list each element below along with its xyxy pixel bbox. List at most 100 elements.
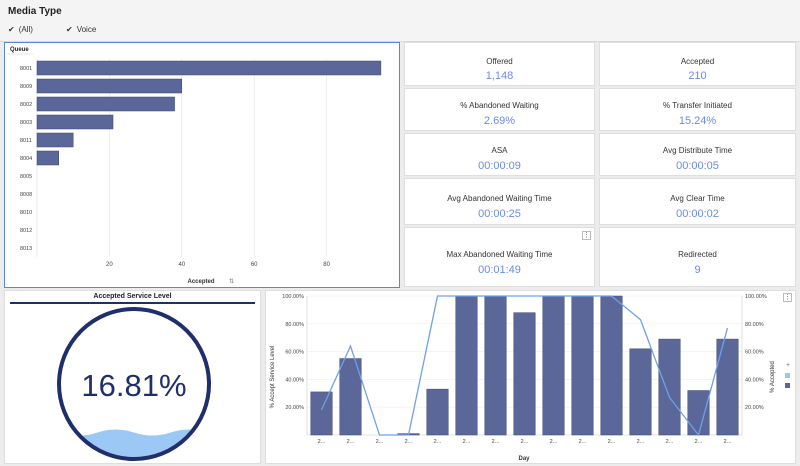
queue-axis-title: Queue xyxy=(10,47,29,53)
kpi-value: 1,148 xyxy=(485,70,514,82)
service-level-panel[interactable]: Accepted Service Level 16.81% xyxy=(4,290,261,464)
x-tick-label: 2... xyxy=(347,439,355,445)
filter-voice-label: Voice xyxy=(76,25,97,34)
x-tick-label: 2... xyxy=(492,439,500,445)
day-bar xyxy=(310,391,333,436)
kpi-label: Accepted xyxy=(680,57,715,66)
kpi-value: 00:01:49 xyxy=(478,264,521,276)
day-x-axis-label: Day xyxy=(518,456,530,462)
day-x-ticks: 2... 2... 2... 2... 2... 2... 2... 2... 2... 2...… xyxy=(318,439,732,445)
day-y-right-ticks: 20.00% 40.00% 60.00% 80.00% 100.00% xyxy=(745,294,767,411)
filter-voice-checkbox[interactable]: ✔ Voice xyxy=(66,25,96,34)
queue-chart-panel[interactable]: Queue 8001 8009 8002 8003 8011 8004 8005 8008 80… xyxy=(4,42,400,288)
kpi-value: 9 xyxy=(694,264,701,276)
x-tick-label: 2... xyxy=(434,439,442,445)
kpi-label: Avg Distribute Time xyxy=(662,146,733,155)
queue-bar xyxy=(36,114,114,130)
kpi-value: 00:00:05 xyxy=(676,160,719,172)
kpi-label: Offered xyxy=(486,57,513,66)
kpi-tile-offered[interactable]: Offered 1,148 xyxy=(404,42,595,86)
kpi-value: 00:00:25 xyxy=(478,208,521,220)
service-level-gauge: 16.81% xyxy=(57,307,211,461)
x-tick-label: 2... xyxy=(405,439,413,445)
filter-all-label: (All) xyxy=(18,25,33,34)
kpi-label: Max Abandoned Waiting Time xyxy=(446,250,553,259)
kpi-tile-max-abandoned-waiting-time[interactable]: ⋮ Max Abandoned Waiting Time 00:01:49 xyxy=(404,227,595,287)
y-left-tick-label: 40.00% xyxy=(285,377,304,383)
kpi-label: Avg Clear Time xyxy=(670,194,725,203)
gauge-value: 16.81% xyxy=(81,368,186,403)
y-tick-label: 8003 xyxy=(20,120,32,126)
y-right-tick-label: 40.00% xyxy=(745,377,764,383)
kpi-tile-accepted[interactable]: Accepted 210 xyxy=(599,42,796,86)
y-tick-label: 8001 xyxy=(20,66,32,72)
gauge-title: Accepted Service Level xyxy=(93,293,172,300)
y-right-tick-label: 20.00% xyxy=(745,405,764,411)
kpi-tile-redirected[interactable]: Redirected 9 xyxy=(599,227,796,287)
kpi-value: 2.69% xyxy=(483,115,516,127)
queue-bar xyxy=(36,78,183,94)
filter-all-checkbox[interactable]: ✔ (All) xyxy=(8,25,33,34)
queue-bar xyxy=(36,96,175,112)
queue-bar xyxy=(36,60,382,76)
y-left-tick-label: 80.00% xyxy=(285,322,304,328)
queue-bar-chart: Queue 8001800980028003801180048005800880… xyxy=(7,47,382,285)
day-chart-panel[interactable]: ⋮ 20.00% 40.00% 60.00% 80.00% 100.00% 20.00%… xyxy=(265,290,796,464)
legend-toggle-icon[interactable]: + xyxy=(786,362,790,369)
x-tick-label: 2... xyxy=(637,439,645,445)
y-tick-label: 8013 xyxy=(20,246,32,252)
day-bar xyxy=(542,295,565,436)
day-y-left-ticks: 20.00% 40.00% 60.00% 80.00% 100.00% xyxy=(282,294,304,411)
y-right-tick-label: 100.00% xyxy=(745,294,767,300)
day-bar xyxy=(484,295,507,436)
kpi-label: Avg Abandoned Waiting Time xyxy=(447,194,552,203)
queue-bars xyxy=(36,60,382,166)
kpi-tile-avg-abandoned-waiting-time[interactable]: Avg Abandoned Waiting Time 00:00:25 xyxy=(404,178,595,225)
kpi-value: 00:00:09 xyxy=(478,160,521,172)
kpi-tile-avg-clear-time[interactable]: Avg Clear Time 00:00:02 xyxy=(599,178,796,225)
x-tick-label: 80 xyxy=(323,262,330,268)
x-tick-label: 2... xyxy=(666,439,674,445)
x-tick-label: 2... xyxy=(550,439,558,445)
kpi-value: 210 xyxy=(688,70,707,82)
kpi-label: ASA xyxy=(491,146,508,155)
y-right-axis-label: % Accepted xyxy=(770,361,776,393)
kpi-tile-transfer-initiated[interactable]: % Transfer Initiated 15.24% xyxy=(599,88,796,131)
y-right-tick-label: 60.00% xyxy=(745,350,764,356)
day-bar xyxy=(658,338,681,436)
kpi-tile-abandoned-waiting[interactable]: % Abandoned Waiting 2.69% xyxy=(404,88,595,131)
day-bar xyxy=(513,312,536,436)
queue-y-labels: 8001 8009 8002 8003 8011 8004 8005 8008 8010 8012… xyxy=(20,66,32,252)
x-tick-label: 2... xyxy=(318,439,326,445)
y-left-tick-label: 60.00% xyxy=(285,350,304,356)
y-tick-label: 8008 xyxy=(20,192,32,198)
queue-bar xyxy=(36,132,74,148)
checkmark-icon: ✔ xyxy=(66,25,73,34)
x-tick-label: 2... xyxy=(463,439,471,445)
day-bar xyxy=(687,390,710,436)
queue-x-ticks: 20 40 60 80 xyxy=(106,262,331,268)
y-tick-label: 8010 xyxy=(20,210,32,216)
legend-swatch-bar xyxy=(785,383,790,388)
y-tick-label: 8011 xyxy=(20,138,32,144)
kpi-tile-asa[interactable]: ASA 00:00:09 xyxy=(404,133,595,176)
day-combo-chart: 20.00% 40.00% 60.00% 80.00% 100.00% 20.00% 40… xyxy=(270,294,790,462)
y-tick-label: 8005 xyxy=(20,174,32,180)
mini-legend: + xyxy=(785,362,790,388)
day-bar xyxy=(426,388,449,436)
more-options-icon[interactable]: ⋮ xyxy=(582,231,591,240)
x-tick-label: 2... xyxy=(724,439,732,445)
checkmark-icon: ✔ xyxy=(8,25,15,34)
y-tick-label: 8002 xyxy=(20,102,32,108)
y-tick-label: 8012 xyxy=(20,228,32,234)
x-tick-label: 2... xyxy=(695,439,703,445)
kpi-value: 15.24% xyxy=(678,115,717,127)
sort-icon[interactable]: ⇅ xyxy=(229,279,234,285)
y-left-tick-label: 100.00% xyxy=(282,294,304,300)
kpi-label: % Abandoned Waiting xyxy=(460,101,539,110)
day-bar xyxy=(600,295,623,436)
kpi-tile-avg-distribute-time[interactable]: Avg Distribute Time 00:00:05 xyxy=(599,133,796,176)
y-tick-label: 8009 xyxy=(20,84,32,90)
x-tick-label: 60 xyxy=(251,262,258,268)
x-tick-label: 2... xyxy=(579,439,587,445)
